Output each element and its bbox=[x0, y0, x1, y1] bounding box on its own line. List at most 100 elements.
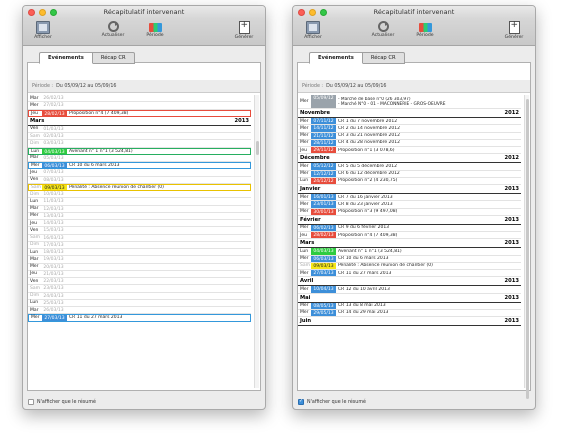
event-row[interactable]: Mer 06/03/13 CR 10 du 6 mars 2013 bbox=[28, 162, 251, 170]
event-row[interactable]: Mer 05/12/12 CR 5 du 5 décembre 2012 bbox=[298, 163, 521, 171]
day-label: Sam bbox=[30, 285, 40, 291]
event-list[interactable]: Mar 26/02/13 Mer 27/02/13 Jeu 28/02/13 Proposi… bbox=[28, 95, 251, 390]
event-row[interactable]: Mer 23/01/13 CR 8 du 23 janvier 2013 bbox=[298, 201, 521, 209]
event-row[interactable]: Jeu 21/03/13 bbox=[28, 271, 251, 278]
event-text: Pénalité : Absence réunion de chantier (… bbox=[69, 184, 164, 190]
event-row[interactable]: Dim 03/03/13 bbox=[28, 140, 251, 148]
minimize-window-button[interactable] bbox=[39, 9, 46, 16]
event-row[interactable]: Mer 27/03/13 CR 11 du 27 mars 2013 bbox=[298, 270, 521, 278]
tab-evenements[interactable]: Evénements bbox=[309, 52, 363, 64]
event-text: CR 7 du 16 janvier 2013 bbox=[338, 194, 393, 200]
generer-label: Générer bbox=[504, 35, 524, 40]
tab-evenements[interactable]: Evénements bbox=[39, 52, 93, 64]
day-label: Mer bbox=[300, 286, 309, 292]
periode-button[interactable]: Période bbox=[137, 21, 173, 38]
event-list[interactable]: Mer 05/09/12- Marché de base n°0 (26 303,… bbox=[298, 95, 521, 390]
event-row[interactable]: Lun 18/03/13 bbox=[28, 249, 251, 257]
date-label: 10/04/13 bbox=[311, 286, 336, 293]
event-row[interactable]: Mer 29/05/13 CR 14 du 29 mai 2013 bbox=[298, 309, 521, 317]
event-row[interactable]: Dim 10/03/13 bbox=[28, 191, 251, 199]
day-label: Mer bbox=[30, 264, 39, 270]
event-row[interactable]: Ven 22/03/13 bbox=[28, 278, 251, 286]
event-row[interactable]: Mer 20/03/13 bbox=[28, 264, 251, 271]
event-row[interactable]: Mer 08/05/13 CR 13 du 8 mai 2013 bbox=[298, 302, 521, 310]
event-row[interactable]: Jeu 28/02/13 Proposition n°4 (7 409,38) bbox=[28, 109, 251, 117]
periode-label: Période bbox=[146, 33, 164, 38]
generate-icon bbox=[238, 20, 250, 34]
event-row[interactable]: Mer 13/03/13 bbox=[28, 213, 251, 220]
event-row[interactable]: Mer 14/11/12 CR 2 du 14 novembre 2012 bbox=[298, 125, 521, 133]
event-row[interactable]: Jeu 07/03/13 bbox=[28, 169, 251, 177]
zoom-window-button[interactable] bbox=[50, 9, 57, 16]
event-row[interactable]: Lun 04/03/13 Avenant n° 1 n°1 (3 524,81) bbox=[298, 248, 521, 256]
scrollbar-thumb[interactable] bbox=[256, 141, 259, 155]
scrollbar-thumb[interactable] bbox=[526, 99, 529, 399]
summary-only-option[interactable]: N'afficher que le résumé bbox=[298, 398, 366, 405]
window-title: Récapitulatif intervenant bbox=[103, 8, 185, 16]
event-row[interactable]: Lun 11/03/13 bbox=[28, 198, 251, 206]
day-label: Jeu bbox=[30, 169, 37, 175]
event-row[interactable]: Dim 24/03/13 bbox=[28, 293, 251, 300]
vertical-scrollbar[interactable] bbox=[254, 95, 259, 388]
date-label: 21/03/13 bbox=[43, 271, 64, 277]
event-row[interactable]: Jeu 29/11/12 Proposition n°1 (3 078,6) bbox=[298, 147, 521, 155]
event-row[interactable]: Mer 07/11/12 CR 1 du 7 novembre 2012 bbox=[298, 118, 521, 126]
event-row[interactable]: Lun 25/03/13 bbox=[28, 300, 251, 307]
day-label: Ven bbox=[30, 227, 39, 233]
summary-only-option[interactable]: N'afficher que le résumé bbox=[28, 399, 96, 405]
event-row[interactable]: Ven 08/03/13 bbox=[28, 177, 251, 184]
event-row[interactable]: Jeu 14/03/13 bbox=[28, 220, 251, 228]
day-label: Mer bbox=[30, 102, 39, 108]
afficher-button[interactable]: Afficher bbox=[295, 21, 331, 40]
date-label: 28/11/12 bbox=[311, 139, 336, 146]
event-row[interactable]: Sam 09/03/13 Pénalité : Absence réunion de… bbox=[298, 262, 521, 270]
event-row[interactable]: Mer 10/04/13 CR 12 du 10 avril 2013 bbox=[298, 286, 521, 294]
event-text: CR 14 du 29 mai 2013 bbox=[338, 310, 389, 316]
event-row[interactable]: Mer 27/03/13 CR 11 du 27 mars 2013 bbox=[28, 314, 251, 322]
event-row[interactable]: Lun 24/12/12 Proposition n°2 (4 230,75) bbox=[298, 177, 521, 185]
summary-only-checkbox[interactable] bbox=[28, 399, 34, 405]
date-label: 09/03/13 bbox=[311, 262, 336, 269]
month-year: 2012 bbox=[504, 110, 519, 116]
event-row[interactable]: Mar 12/03/13 bbox=[28, 206, 251, 213]
event-row[interactable]: Mar 26/03/13 bbox=[28, 307, 251, 315]
date-label: 13/03/13 bbox=[43, 213, 64, 219]
event-row[interactable]: Jeu 28/02/13 Proposition n°4 (7 409,38) bbox=[298, 232, 521, 240]
event-row[interactable]: Mar 05/03/13 bbox=[28, 155, 251, 162]
generer-button[interactable]: Générer bbox=[226, 20, 262, 40]
event-row[interactable]: Mer 05/09/12- Marché de base n°0 (26 303,… bbox=[298, 95, 521, 109]
actualiser-button[interactable]: Actualiser bbox=[95, 21, 131, 38]
event-row[interactable]: Mer 16/01/13 CR 7 du 16 janvier 2013 bbox=[298, 194, 521, 202]
event-text: CR 10 du 6 mars 2013 bbox=[338, 256, 389, 262]
event-row[interactable]: Mar 19/03/13 bbox=[28, 256, 251, 264]
event-row[interactable]: Mer 21/11/12 CR 3 du 21 novembre 2012 bbox=[298, 132, 521, 140]
close-window-button[interactable] bbox=[298, 9, 305, 16]
event-row[interactable]: Mer 28/11/12 CR 4 du 28 novembre 2012 bbox=[298, 139, 521, 147]
event-row[interactable]: Sam 23/03/13 bbox=[28, 285, 251, 293]
day-label: Mer bbox=[300, 118, 309, 124]
close-window-button[interactable] bbox=[28, 9, 35, 16]
event-row[interactable]: Mer 06/03/13 CR 10 du 6 mars 2013 bbox=[298, 255, 521, 263]
periode-button[interactable]: Période bbox=[407, 21, 443, 38]
event-row[interactable]: Mer 06/02/13 CR 9 du 6 février 2013 bbox=[298, 224, 521, 232]
event-row[interactable]: Mer 12/12/12 CR 6 du 12 décembre 2012 bbox=[298, 170, 521, 178]
zoom-window-button[interactable] bbox=[320, 9, 327, 16]
actualiser-button[interactable]: Actualiser bbox=[365, 21, 401, 38]
event-row[interactable]: Dim 17/03/13 bbox=[28, 242, 251, 249]
event-row[interactable]: Sam 09/03/13 Pénalité : Absence réunion de… bbox=[28, 183, 251, 191]
generer-button[interactable]: Générer bbox=[496, 20, 532, 40]
tab-recap-cr[interactable]: Récap CR bbox=[362, 52, 405, 64]
event-row[interactable]: Mer 27/02/13 bbox=[28, 102, 251, 110]
tab-recap-cr[interactable]: Récap CR bbox=[92, 52, 135, 64]
event-row[interactable]: Mar 26/02/13 bbox=[28, 95, 251, 103]
event-row[interactable]: Sam 02/03/13 bbox=[28, 133, 251, 141]
event-row[interactable]: Sam 16/03/13 bbox=[28, 235, 251, 242]
summary-only-checkbox[interactable] bbox=[298, 398, 304, 405]
event-row[interactable]: Ven 15/03/13 bbox=[28, 227, 251, 235]
event-row[interactable]: Mer 30/01/13 Proposition n°3 (9 497,08) bbox=[298, 208, 521, 216]
minimize-window-button[interactable] bbox=[309, 9, 316, 16]
vertical-scrollbar[interactable] bbox=[524, 95, 529, 399]
event-row[interactable]: Lun 04/03/13 Avenant n° 1 n°1 (3 524,81) bbox=[28, 147, 251, 155]
event-row[interactable]: Ven 01/03/13 bbox=[28, 126, 251, 133]
afficher-button[interactable]: Afficher bbox=[25, 21, 61, 40]
